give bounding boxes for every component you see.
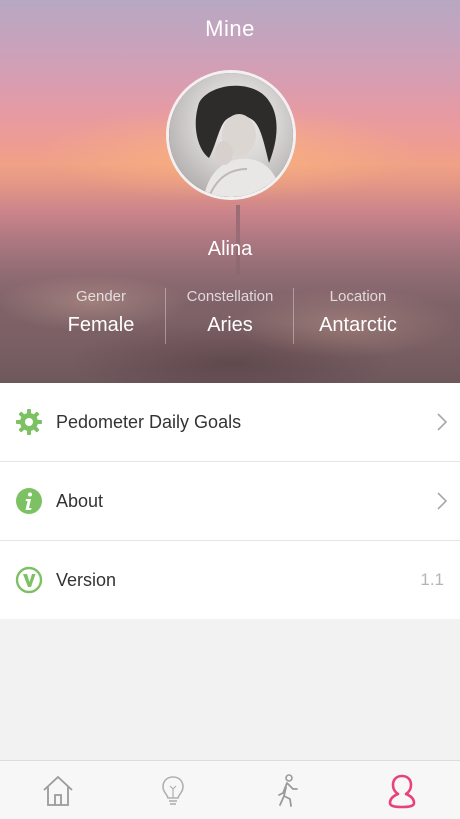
stat-label: Constellation: [186, 288, 274, 305]
city-background: [0, 183, 460, 383]
menu-item-label: Pedometer Daily Goals: [56, 411, 242, 432]
tab-tips[interactable]: [153, 771, 193, 811]
home-icon: [43, 776, 73, 806]
gear-icon: [16, 409, 42, 435]
stat-location: Location Antarctic: [294, 286, 422, 337]
profile-header: Mine Alina Gender Female Constellation A…: [0, 0, 460, 383]
profile-stats: Gender Female Constellation Aries Locati…: [0, 286, 460, 346]
stat-gender: Gender Female: [37, 286, 165, 337]
profile-icon: [388, 774, 416, 809]
v-logo-icon: [15, 566, 43, 594]
tab-bar: [0, 760, 460, 819]
tab-mine[interactable]: [382, 771, 422, 811]
walking-icon: [278, 774, 298, 807]
stat-label: Location: [329, 288, 387, 305]
settings-menu: Pedometer Daily Goals About Version 1.1: [0, 383, 460, 619]
tab-pedometer[interactable]: [267, 771, 307, 811]
stat-value: Aries: [207, 314, 253, 336]
stat-label: Gender: [75, 288, 127, 305]
menu-item-about[interactable]: About: [0, 462, 460, 541]
stat-constellation: Constellation Aries: [166, 286, 294, 337]
avatar-photo: [169, 73, 293, 197]
chevron-right-icon: [437, 492, 448, 510]
menu-item-pedometer-goals[interactable]: Pedometer Daily Goals: [0, 383, 460, 462]
stat-value: Antarctic: [319, 314, 397, 336]
info-icon: [16, 488, 42, 514]
menu-item-label: Version: [56, 569, 117, 590]
stat-value: Female: [67, 314, 135, 336]
menu-item-label: About: [56, 490, 104, 511]
lightbulb-icon: [162, 776, 184, 805]
menu-item-version[interactable]: Version 1.1: [0, 541, 460, 619]
avatar[interactable]: [166, 70, 296, 200]
version-value: 1.1: [420, 570, 444, 589]
chevron-right-icon: [437, 413, 448, 431]
profile-name: Alina: [207, 238, 253, 260]
page-title: Mine: [205, 16, 255, 41]
tab-home[interactable]: [38, 771, 78, 811]
